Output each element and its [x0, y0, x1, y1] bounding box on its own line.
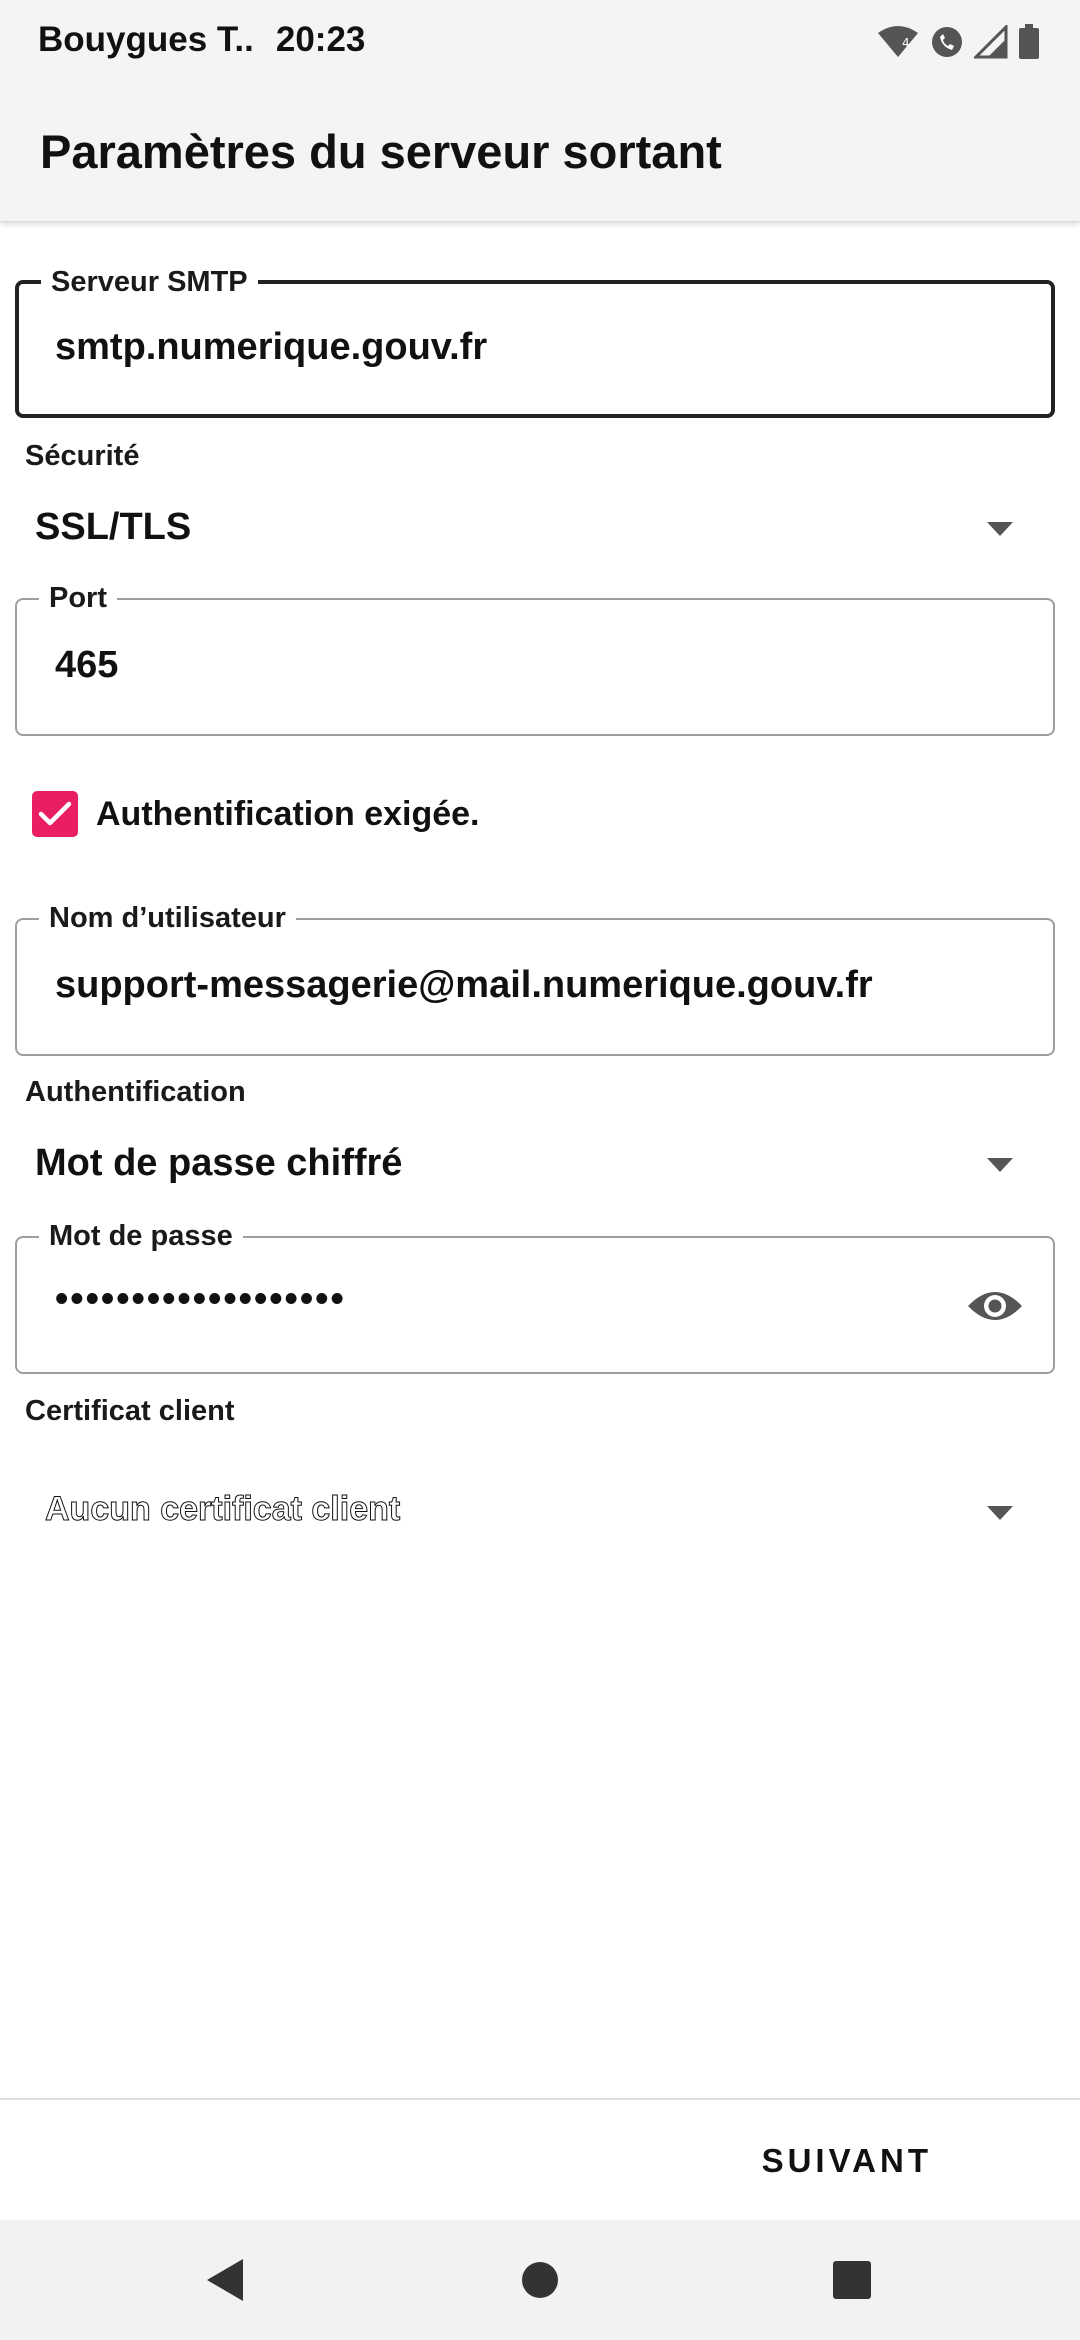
password-visibility-toggle[interactable]: [965, 1280, 1025, 1332]
recents-button[interactable]: [828, 2256, 876, 2304]
back-button[interactable]: [200, 2256, 248, 2304]
auth-required-row[interactable]: Authentification exigée.: [32, 790, 480, 838]
client-certificate-value: Aucun certificat client: [44, 1490, 401, 1529]
password-label: Mot de passe: [39, 1218, 243, 1254]
app-bar: Paramètres du serveur sortant: [0, 84, 1080, 222]
wifi-icon: 4: [876, 25, 920, 59]
cell-signal-icon: [974, 25, 1008, 59]
status-left: Bouygues T.. 20:23: [38, 20, 365, 60]
security-label: Sécurité: [25, 440, 140, 472]
recents-square-icon: [833, 2261, 871, 2299]
wifi-calling-icon: [930, 25, 964, 59]
security-select[interactable]: SSL/TLS: [15, 486, 1055, 570]
authentication-select[interactable]: Mot de passe chiffré: [15, 1122, 1055, 1206]
auth-required-label: Authentification exigée.: [96, 794, 480, 833]
screen: Bouygues T.. 20:23 4 Paramètres du serveu…: [0, 0, 1080, 2340]
port-field[interactable]: Port 465: [15, 580, 1055, 736]
username-input[interactable]: support-messagerie@mail.numerique.gouv.f…: [55, 964, 1035, 1007]
svg-text:4: 4: [902, 36, 910, 50]
home-button[interactable]: [516, 2256, 564, 2304]
password-field[interactable]: Mot de passe •••••••••••••••••••: [15, 1218, 1055, 1374]
security-value: SSL/TLS: [35, 506, 192, 548]
clock: 20:23: [275, 20, 366, 59]
client-certificate-select[interactable]: Aucun certificat client: [15, 1470, 1055, 1554]
username-label: Nom d’utilisateur: [39, 900, 296, 936]
carrier-name: Bouygues T..: [38, 20, 254, 59]
eye-icon: [968, 1292, 1022, 1320]
authentication-label: Authentification: [25, 1076, 246, 1108]
authentication-value: Mot de passe chiffré: [35, 1142, 403, 1184]
next-button[interactable]: SUIVANT: [762, 2142, 932, 2180]
battery-icon: [1018, 24, 1040, 60]
caret-down-icon: [987, 1158, 1013, 1172]
page-title: Paramètres du serveur sortant: [40, 125, 722, 178]
back-triangle-icon: [207, 2259, 243, 2301]
check-icon: [38, 801, 72, 826]
port-label: Port: [39, 580, 117, 616]
password-input[interactable]: •••••••••••••••••••: [55, 1278, 955, 1321]
username-field[interactable]: Nom d’utilisateur support-messagerie@mai…: [15, 900, 1055, 1056]
smtp-server-input[interactable]: smtp.numerique.gouv.fr: [55, 326, 955, 369]
auth-required-checkbox[interactable]: [32, 791, 78, 837]
navigation-bar: [0, 2220, 1080, 2340]
client-certificate-label: Certificat client: [25, 1395, 235, 1427]
port-input[interactable]: 465: [55, 644, 955, 687]
smtp-server-label: Serveur SMTP: [41, 264, 258, 300]
home-circle-icon: [522, 2262, 558, 2298]
caret-down-icon: [987, 1506, 1013, 1520]
status-bar: Bouygues T.. 20:23 4: [0, 0, 1080, 84]
status-icons: 4: [876, 22, 1040, 62]
smtp-server-field[interactable]: Serveur SMTP smtp.numerique.gouv.fr: [15, 264, 1055, 418]
caret-down-icon: [987, 522, 1013, 536]
bottom-bar: SUIVANT: [0, 2098, 1080, 2220]
